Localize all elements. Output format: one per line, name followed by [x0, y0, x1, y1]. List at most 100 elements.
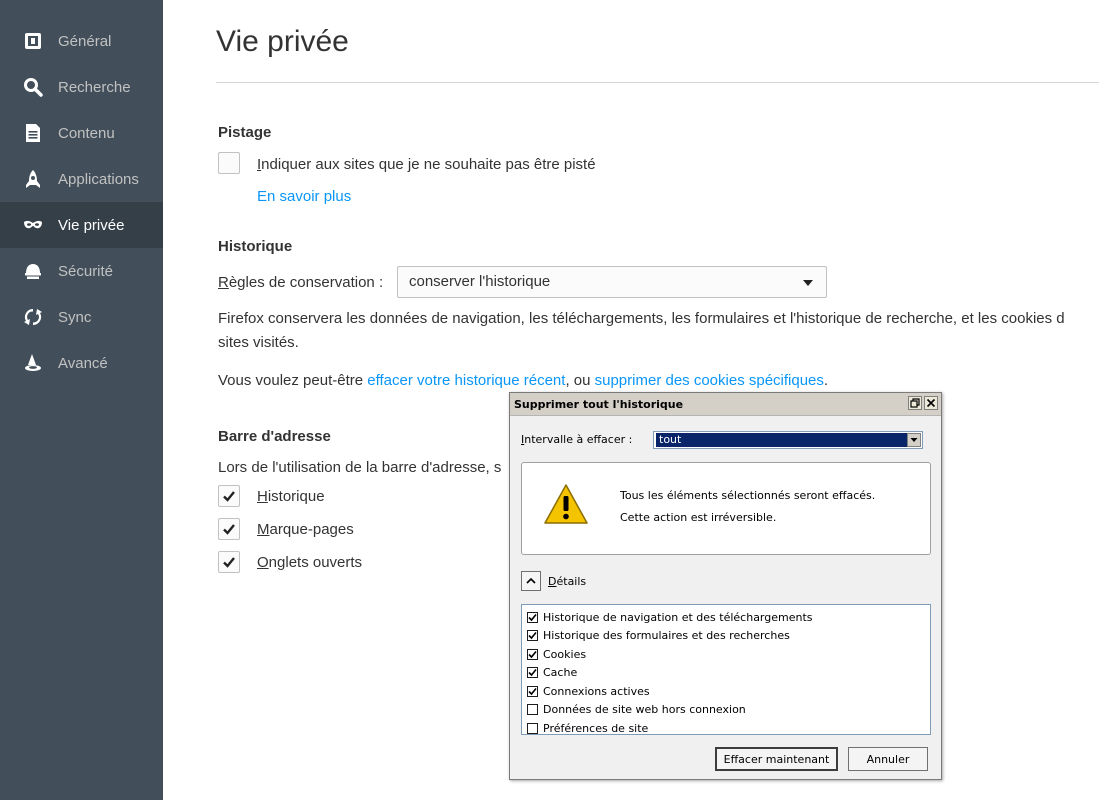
- list-item-label: Cookies: [543, 647, 587, 661]
- dialog-close-button[interactable]: [924, 396, 938, 410]
- sidebar: Général Recherche Contenu Applications V…: [0, 0, 163, 800]
- list-item[interactable]: Connexions actives: [522, 682, 930, 701]
- list-item[interactable]: Cookies: [522, 645, 930, 664]
- rules-label-rest: ègles de conservation :: [228, 274, 384, 291]
- address-bar-intro: Lors de l'utilisation de la barre d'adre…: [218, 459, 502, 476]
- helmet-icon: [23, 261, 43, 281]
- time-range-label: Intervalle à effacer :: [521, 433, 632, 446]
- check-icon: [528, 669, 537, 677]
- check-icon: [223, 557, 235, 568]
- sidebar-item-applications[interactable]: Applications: [0, 156, 163, 202]
- warning-line1: Tous les éléments sélectionnés seront ef…: [620, 489, 876, 502]
- search-icon: [23, 77, 43, 97]
- clear-recent-history-link[interactable]: effacer votre historique récent: [367, 372, 565, 389]
- details-label[interactable]: Détails: [548, 575, 586, 588]
- dialog-restore-button[interactable]: [908, 396, 922, 410]
- warning-box: Tous les éléments sélectionnés seront ef…: [521, 462, 931, 555]
- suggestion-prefix: Vous voulez peut-être: [218, 372, 368, 389]
- list-item-checkbox[interactable]: [527, 630, 538, 642]
- restore-icon: [910, 398, 920, 408]
- list-item[interactable]: Données de site web hors connexion: [522, 701, 930, 720]
- opt2-accesskey: O: [257, 554, 269, 571]
- document-icon: [23, 123, 43, 143]
- remove-cookies-link[interactable]: supprimer des cookies spécifiques: [595, 372, 824, 389]
- clear-now-button[interactable]: Effacer maintenant: [715, 747, 838, 771]
- address-open-tabs-checkbox[interactable]: [218, 551, 240, 573]
- time-range-select[interactable]: tout: [653, 431, 923, 449]
- rocket-icon: [23, 169, 43, 189]
- list-item-label: Données de site web hors connexion: [543, 703, 746, 717]
- title-divider: [216, 82, 1099, 83]
- suggestion-or: , ou: [565, 372, 595, 389]
- history-suggestion: Vous voulez peut-être effacer votre hist…: [218, 372, 828, 389]
- dnt-label[interactable]: Indiquer aux sites que je ne souhaite pa…: [257, 156, 596, 173]
- list-item-checkbox[interactable]: [527, 704, 538, 716]
- dialog-title: Supprimer tout l'historique: [514, 397, 684, 411]
- list-item[interactable]: Préférences de site: [522, 719, 930, 738]
- learn-more-link[interactable]: En savoir plus: [257, 188, 351, 205]
- list-item-label: Cache: [543, 666, 578, 680]
- opt1-accesskey: M: [257, 521, 270, 538]
- list-item-label: Historique de navigation et des téléchar…: [543, 610, 813, 624]
- list-item[interactable]: Cache: [522, 664, 930, 683]
- clear-history-dialog: Supprimer tout l'historique Intervalle à…: [509, 392, 942, 780]
- sidebar-item-label: Applications: [58, 170, 139, 188]
- page-title: Vie privée: [216, 25, 349, 58]
- history-heading: Historique: [218, 238, 293, 255]
- address-history-label[interactable]: Historique: [257, 488, 325, 505]
- opt0-rest: istorique: [267, 488, 325, 505]
- list-item[interactable]: Historique des formulaires et des recher…: [522, 627, 930, 646]
- sidebar-item-content[interactable]: Contenu: [0, 110, 163, 156]
- address-bookmarks-checkbox[interactable]: [218, 518, 240, 540]
- cancel-button[interactable]: Annuler: [848, 747, 928, 771]
- sidebar-item-search[interactable]: Recherche: [0, 64, 163, 110]
- dnt-checkbox[interactable]: [218, 152, 240, 174]
- address-open-tabs-label[interactable]: Onglets ouverts: [257, 554, 362, 571]
- sidebar-item-privacy[interactable]: Vie privée: [0, 202, 163, 248]
- tracking-heading: Pistage: [218, 124, 272, 141]
- sync-icon: [23, 307, 43, 327]
- retention-rules-value: conserver l'historique: [409, 273, 551, 290]
- suggestion-end: .: [823, 372, 829, 389]
- list-item-label: Historique des formulaires et des recher…: [543, 629, 790, 643]
- sidebar-item-security[interactable]: Sécurité: [0, 248, 163, 294]
- retention-rules-select[interactable]: conserver l'historique: [397, 266, 827, 298]
- sidebar-item-label: Sécurité: [58, 262, 114, 280]
- details-toggle-button[interactable]: [521, 571, 541, 591]
- list-item[interactable]: Historique de navigation et des téléchar…: [522, 608, 930, 627]
- rules-label-accesskey: R: [218, 274, 229, 291]
- retention-rules-label: Règles de conservation :: [218, 274, 383, 291]
- mask-icon: [23, 215, 43, 235]
- check-icon: [223, 491, 235, 502]
- address-bookmarks-label[interactable]: Marque-pages: [257, 521, 354, 538]
- address-history-checkbox[interactable]: [218, 485, 240, 507]
- range-label-rest: ntervalle à effacer :: [524, 433, 633, 446]
- details-label-rest: étails: [556, 575, 587, 588]
- list-item-checkbox[interactable]: [527, 722, 538, 734]
- opt0-accesskey: H: [257, 488, 268, 505]
- check-icon: [223, 524, 235, 535]
- sidebar-item-label: Avancé: [58, 354, 108, 372]
- sidebar-item-general[interactable]: Général: [0, 18, 163, 64]
- wizard-hat-icon: [23, 353, 43, 373]
- list-item-label: Connexions actives: [543, 684, 650, 698]
- list-item-checkbox[interactable]: [527, 648, 538, 660]
- sidebar-item-sync[interactable]: Sync: [0, 294, 163, 340]
- check-icon: [528, 632, 537, 640]
- sidebar-item-advanced[interactable]: Avancé: [0, 340, 163, 386]
- opt2-rest: nglets ouverts: [268, 554, 363, 571]
- sidebar-item-label: Général: [58, 32, 112, 50]
- list-item-checkbox[interactable]: [527, 667, 538, 679]
- check-icon: [528, 650, 537, 658]
- sidebar-item-label: Sync: [58, 308, 92, 326]
- dialog-titlebar[interactable]: Supprimer tout l'historique: [510, 393, 941, 416]
- dnt-label-rest: ndiquer aux sites que je ne souhaite pas…: [261, 156, 596, 173]
- list-item-checkbox[interactable]: [527, 685, 538, 697]
- warning-icon: [544, 484, 588, 524]
- history-description-line2: sites visités.: [218, 334, 299, 351]
- sidebar-item-label: Contenu: [58, 124, 115, 142]
- chevron-down-icon[interactable]: [907, 433, 921, 447]
- list-item-checkbox[interactable]: [527, 611, 538, 623]
- history-items-list: Historique de navigation et des téléchar…: [521, 604, 931, 735]
- list-item-label: Préférences de site: [543, 721, 649, 735]
